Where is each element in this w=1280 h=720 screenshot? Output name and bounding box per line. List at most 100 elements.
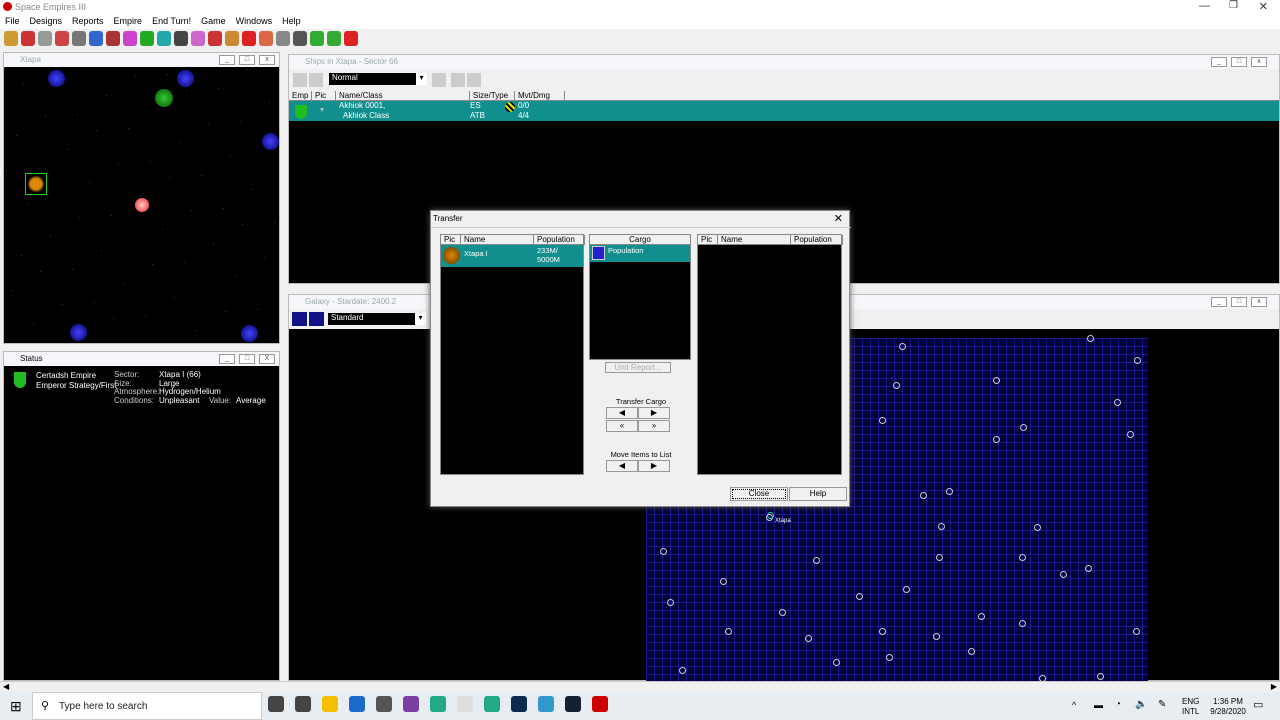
menu-game[interactable]: Game [196, 14, 231, 29]
galaxy-zoom-button[interactable] [292, 312, 307, 326]
maximize-button[interactable]: □ [239, 55, 255, 65]
help-button[interactable]: Help [789, 487, 847, 501]
menu-file[interactable]: File [0, 14, 25, 29]
construction-icon[interactable] [225, 31, 239, 46]
star-system-icon[interactable] [933, 633, 940, 640]
minimize-button[interactable]: _ [1211, 297, 1227, 307]
star-system-icon[interactable] [1127, 431, 1134, 438]
chevron-up-icon[interactable]: ^ [1072, 700, 1076, 710]
star-system-icon[interactable] [978, 613, 985, 620]
close-button[interactable]: x [1251, 57, 1267, 67]
star-system-icon[interactable] [720, 578, 727, 585]
move-ship-out-button[interactable] [293, 73, 307, 87]
search-box[interactable]: ⚲ Type here to search [32, 692, 262, 720]
warp-point-icon[interactable] [241, 325, 258, 342]
star-system-icon[interactable] [1060, 571, 1067, 578]
column-header[interactable]: Size/Type [470, 91, 515, 101]
empire-icon[interactable] [106, 31, 120, 46]
star-system-icon[interactable] [993, 436, 1000, 443]
scroll-right-icon[interactable]: ▶ [1271, 682, 1277, 691]
warp-point-icon[interactable] [262, 133, 279, 150]
transfer-all-right-button[interactable]: » [638, 420, 670, 432]
transfer-left-button[interactable]: ◀ [606, 407, 638, 419]
column-header[interactable]: Population [791, 235, 843, 245]
star-system-icon[interactable] [725, 628, 732, 635]
fleet-button[interactable] [432, 73, 446, 87]
wifi-icon[interactable]: ◔ [1115, 699, 1121, 710]
prev-icon[interactable] [310, 31, 324, 46]
star-system-icon[interactable] [1020, 424, 1027, 431]
chrome-icon[interactable] [430, 696, 446, 712]
maximize-button[interactable]: □ [239, 354, 255, 364]
windows-start-icon[interactable]: ⊞ [10, 698, 22, 715]
minimize-button[interactable]: _ [1211, 57, 1227, 67]
timeline-icon[interactable] [295, 696, 311, 712]
transfer-right-button[interactable]: ▶ [638, 407, 670, 419]
column-header[interactable]: Name [718, 235, 791, 245]
column-header[interactable]: Population [534, 235, 585, 245]
ship-icon[interactable] [38, 31, 52, 46]
close-icon[interactable]: ✕ [834, 212, 843, 225]
star-system-icon[interactable] [1134, 357, 1141, 364]
star-system-icon[interactable] [667, 599, 674, 606]
minimize-button[interactable]: _ [219, 55, 235, 65]
grid-icon[interactable] [293, 31, 307, 46]
star-system-icon[interactable] [893, 382, 900, 389]
star-system-icon[interactable] [1114, 399, 1121, 406]
star-system-icon[interactable] [946, 488, 953, 495]
close-button[interactable]: ✕ [1259, 0, 1268, 13]
star-system-icon[interactable] [886, 654, 893, 661]
cargo-list[interactable]: Cargo Population [589, 234, 691, 360]
column-header[interactable]: Pic [441, 235, 461, 245]
view-dropdown[interactable]: Standard ▾ [328, 313, 426, 325]
mail-icon[interactable] [349, 696, 365, 712]
chrome-icon[interactable] [484, 696, 500, 712]
sort-down-button[interactable] [467, 73, 481, 87]
list-item[interactable]: Population [590, 245, 690, 262]
filter-dropdown[interactable]: Normal ▾ [329, 73, 427, 85]
star-system-icon[interactable] [805, 635, 812, 642]
minimize-button[interactable]: _ [219, 354, 235, 364]
clock[interactable]: 1:36 PM 9/28/2020 [1205, 697, 1251, 717]
menu-help[interactable]: Help [277, 14, 306, 29]
end-turn-icon[interactable] [344, 31, 358, 46]
close-button[interactable]: x [1251, 297, 1267, 307]
itunes-icon[interactable] [457, 696, 473, 712]
star-system-icon[interactable] [1133, 628, 1140, 635]
star-system-icon[interactable] [879, 628, 886, 635]
minimize-button[interactable]: — [1199, 0, 1210, 12]
star-system-icon[interactable] [1087, 335, 1094, 342]
star-system-icon[interactable] [1034, 524, 1041, 531]
cargo-icon[interactable] [21, 31, 35, 46]
star-system-icon[interactable] [936, 554, 943, 561]
diplomacy-icon[interactable] [191, 31, 205, 46]
destination-list[interactable]: Pic Name Population [697, 234, 843, 475]
money-icon[interactable] [140, 31, 154, 46]
selected-planet-icon[interactable] [25, 173, 47, 195]
move-right-button[interactable]: ▶ [638, 460, 670, 472]
language-indicator[interactable]: ENG INTL [1182, 697, 1199, 717]
close-button[interactable]: Close [730, 487, 788, 501]
source-list[interactable]: Pic Name Population Xtapa I 233M/ 5000M [440, 234, 585, 475]
unit-report-button[interactable]: Unit Report... [605, 362, 671, 373]
notifications-icon[interactable]: ▭ [1253, 698, 1263, 711]
menu-windows[interactable]: Windows [231, 14, 278, 29]
star-system-icon[interactable] [833, 659, 840, 666]
warp-point-icon[interactable] [48, 70, 65, 87]
star-system-icon[interactable] [1019, 620, 1026, 627]
column-header[interactable]: Emp [289, 91, 312, 101]
steam-icon[interactable] [565, 696, 581, 712]
star-system-icon[interactable] [813, 557, 820, 564]
move-left-button[interactable]: ◀ [606, 460, 638, 472]
pen-icon[interactable]: ✎ [1158, 699, 1166, 710]
task-view-icon[interactable] [268, 696, 284, 712]
menu-endturn[interactable]: End Turn! [147, 14, 196, 29]
star-system-icon[interactable] [903, 586, 910, 593]
volume-icon[interactable]: 🔈 [1135, 699, 1147, 710]
chevron-down-icon[interactable]: ▾ [415, 313, 426, 325]
star-system-icon[interactable] [920, 492, 927, 499]
move-ship-in-button[interactable] [309, 73, 323, 87]
pie-icon[interactable] [123, 31, 137, 46]
scroll-left-icon[interactable]: ◀ [3, 682, 9, 691]
warp-point-icon[interactable] [177, 70, 194, 87]
